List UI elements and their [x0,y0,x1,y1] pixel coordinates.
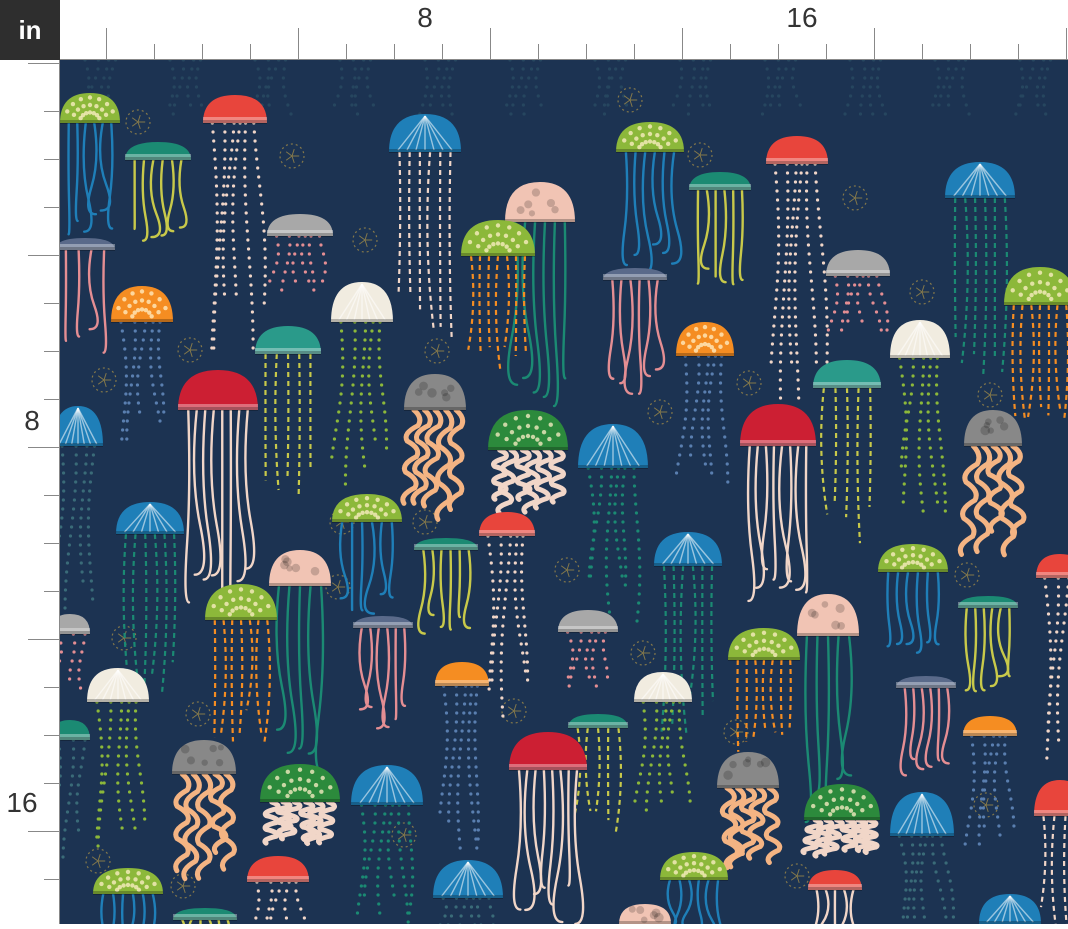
left-ruler: 8 16 [0,60,60,924]
left-ruler-label-16: 16 [6,787,37,818]
jellyfish-fabric-swatch [60,60,1068,924]
left-ruler-label-8: 8 [24,405,40,436]
top-ruler-label-8: 8 [417,2,433,33]
top-ruler: 8 16 [60,0,1068,60]
top-ruler-label-16: 16 [786,2,817,33]
unit-label: in [0,0,60,60]
